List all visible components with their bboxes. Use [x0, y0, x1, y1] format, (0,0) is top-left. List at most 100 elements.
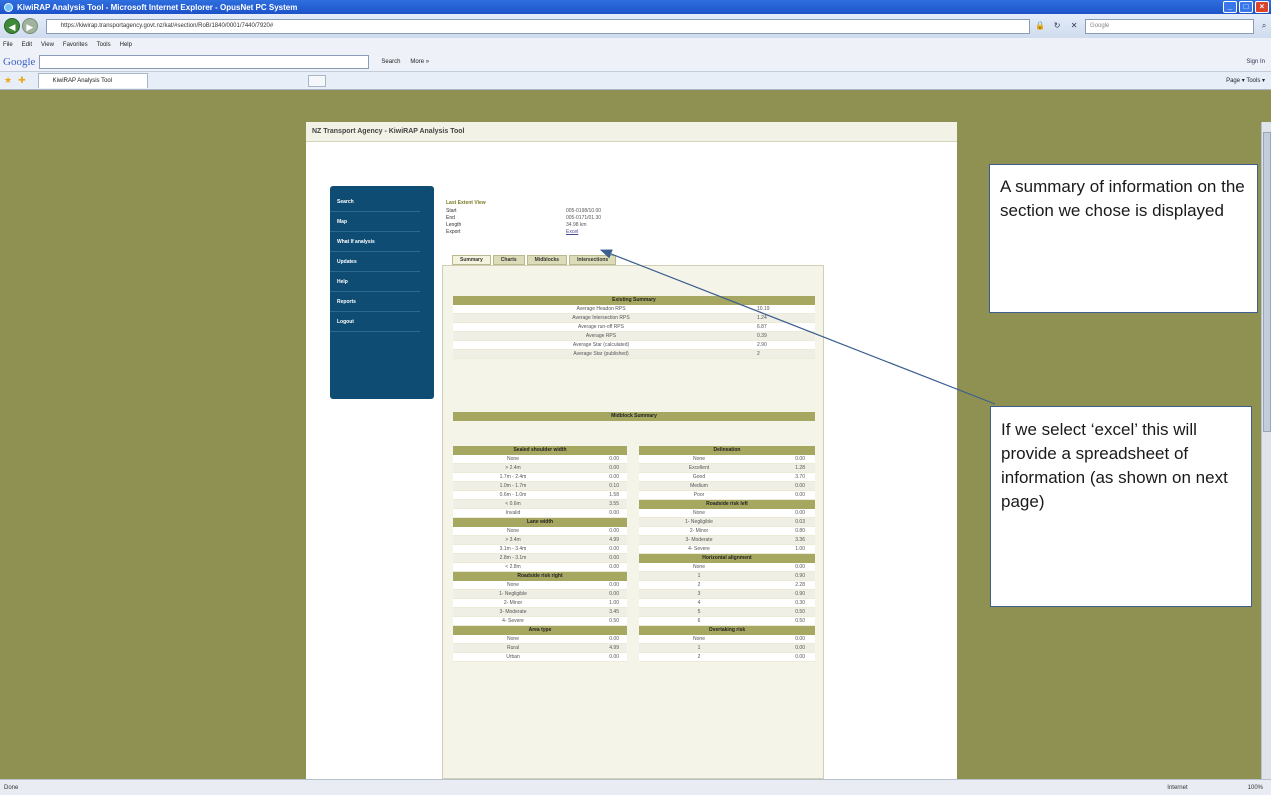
sidebar-item-what-if[interactable]: What If analysis [330, 232, 420, 252]
row-label: Average RPS [585, 333, 617, 339]
existing-summary-table: Existing Summary Average Headon RPS 10.19… [453, 296, 815, 359]
favorites-star-icon[interactable]: ★ [4, 75, 12, 86]
row-value: 1.00 [795, 546, 805, 552]
command-bar[interactable]: Page ▾ Tools ▾ [1226, 77, 1265, 84]
window-title-bar: KiwiRAP Analysis Tool - Microsoft Intern… [0, 0, 1271, 14]
google-toolbar: Google Search More » Sign In [0, 52, 1271, 72]
back-button[interactable]: ◀ [4, 18, 20, 34]
add-favorite-icon[interactable]: ✚ [18, 75, 26, 86]
info-export-row: Export Excel [446, 229, 579, 236]
midblock-row: 3- Moderate 3.36 [639, 536, 815, 545]
row-label: 1- Negligible [685, 519, 713, 525]
row-value: 0.50 [795, 618, 805, 624]
url-input[interactable]: https://kiwirap.transportagency.govt.nz/… [45, 18, 1031, 34]
row-label: 3- Moderate [499, 609, 527, 615]
excel-export-link[interactable]: Excel [566, 229, 578, 236]
page-scrollbar[interactable] [1261, 122, 1271, 779]
existing-summary-row: Average run-off RPS 6.87 [453, 323, 815, 332]
app-page: NZ Transport Agency - KiwiRAP Analysis T… [306, 122, 957, 779]
lock-icon[interactable]: 🔒 [1033, 19, 1047, 33]
forward-button[interactable]: ▶ [21, 18, 38, 34]
sidebar-item-search[interactable]: Search [330, 192, 420, 212]
sidebar-item-reports[interactable]: Reports [330, 292, 420, 312]
midblock-row: None 0.00 [453, 635, 627, 644]
midblock-row: None 0.00 [453, 527, 627, 536]
search-icon[interactable]: ⌕ [1257, 19, 1271, 33]
info-end-row: End 005-0171/01.30 [446, 215, 602, 221]
sidebar-item-updates[interactable]: Updates [330, 252, 420, 272]
row-value: 0.00 [795, 645, 805, 651]
menu-edit[interactable]: Edit [22, 42, 32, 48]
scroll-thumb[interactable] [1263, 132, 1271, 432]
tab-intersections[interactable]: Intersections [569, 255, 617, 265]
stop-icon[interactable]: ✕ [1067, 19, 1081, 33]
sidebar-item-map[interactable]: Map [330, 212, 420, 232]
refresh-icon[interactable]: ↻ [1050, 19, 1064, 33]
browser-tab[interactable]: KiwiRAP Analysis Tool [37, 73, 148, 88]
row-value: 2 [757, 351, 760, 357]
existing-summary-row: Average Headon RPS 10.19 [453, 305, 815, 314]
row-value: 0.00 [795, 654, 805, 660]
zoom-level[interactable]: 100% [1248, 785, 1263, 791]
google-more-button[interactable]: More » [410, 59, 429, 65]
row-value: 0.10 [609, 483, 619, 489]
midblock-row: None 0.00 [453, 581, 627, 590]
close-icon[interactable]: × [1255, 1, 1269, 13]
row-label: None [507, 636, 519, 642]
sidebar: Search Map What If analysis Updates Help… [330, 186, 434, 399]
row-value: 0.50 [609, 618, 619, 624]
row-value: 0.90 [795, 573, 805, 579]
tab-midblocks[interactable]: Midblocks [526, 255, 568, 265]
row-value: 0.00 [609, 564, 619, 570]
row-label: 1 [697, 573, 701, 579]
row-value: 1.24 [757, 315, 767, 321]
row-value: 0.00 [609, 636, 619, 642]
menu-view[interactable]: View [41, 42, 54, 48]
menu-help[interactable]: Help [120, 42, 132, 48]
midblock-row: 1 0.90 [639, 572, 815, 581]
google-logo: Google [3, 55, 36, 68]
row-value: 3.70 [795, 474, 805, 480]
status-text: Done [4, 784, 19, 791]
callout-excel: If we select ‘excel’ this will provide a… [990, 406, 1252, 607]
row-label: 2 [697, 582, 701, 588]
row-value: 6.87 [757, 324, 767, 330]
row-label: 4 [697, 600, 701, 606]
menu-tools[interactable]: Tools [97, 42, 111, 48]
row-label: Good [692, 474, 706, 480]
minimize-icon[interactable]: _ [1223, 1, 1237, 13]
midblock-row: 4 0.30 [639, 599, 815, 608]
row-label: None [507, 528, 519, 534]
browser-search-input[interactable]: Google [1085, 18, 1255, 34]
row-label: 3.1m - 3.4m [499, 546, 527, 552]
last-extent-view-link[interactable]: View [474, 200, 485, 206]
row-label: Average Headon RPS [576, 306, 626, 312]
row-value: 0.00 [795, 456, 805, 462]
midblock-row: < 0.6m 3.55 [453, 500, 627, 509]
menu-favorites[interactable]: Favorites [63, 42, 88, 48]
last-extent-heading: Last Extent View [446, 200, 486, 206]
existing-summary-row: Average Intersection RPS 1.24 [453, 314, 815, 323]
existing-summary-row: Average Star (published) 2 [453, 350, 815, 359]
row-label: 4- Severe [688, 546, 710, 552]
row-value: 0.00 [795, 483, 805, 489]
row-label: 1 [697, 645, 701, 651]
new-tab-button[interactable] [307, 74, 326, 87]
google-search-input[interactable] [39, 54, 370, 69]
sidebar-item-help[interactable]: Help [330, 272, 420, 292]
google-search-button[interactable]: Search [381, 59, 400, 65]
row-label: None [693, 636, 705, 642]
midblock-row: Rural 4.99 [453, 644, 627, 653]
row-value: 3.55 [609, 501, 619, 507]
sidebar-item-logout[interactable]: Logout [330, 312, 420, 332]
tab-summary[interactable]: Summary [452, 255, 491, 265]
midblock-row: 2- Minor 0.80 [639, 527, 815, 536]
midblock-row: 1.7m - 2.4m 0.00 [453, 473, 627, 482]
menu-file[interactable]: File [3, 42, 13, 48]
midblock-table-heading: Area type [453, 626, 627, 635]
row-label: 3- Moderate [685, 537, 713, 543]
row-value: 0.00 [609, 654, 619, 660]
tab-charts[interactable]: Charts [492, 255, 525, 265]
maximize-icon[interactable]: □ [1239, 1, 1253, 13]
sign-in-link[interactable]: Sign In [1246, 59, 1265, 65]
